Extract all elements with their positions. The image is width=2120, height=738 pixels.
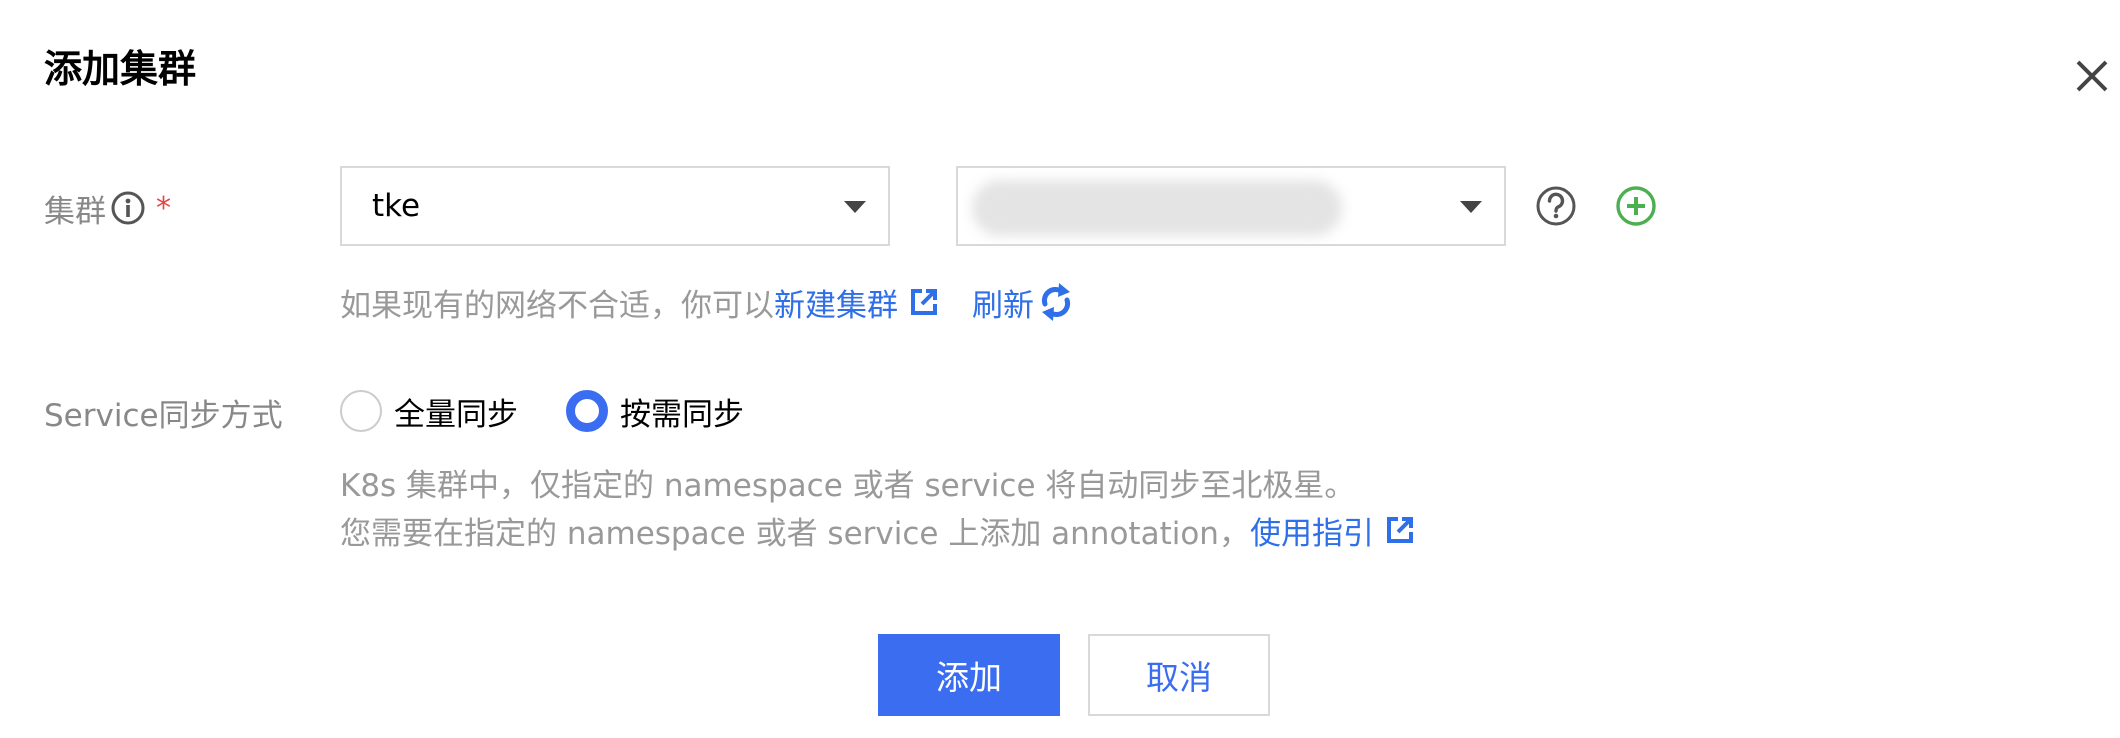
sync-hint-line1: K8s 集群中，仅指定的 namespace 或者 service 将自动同步至…	[340, 467, 1356, 504]
help-icon[interactable]	[1534, 184, 1578, 232]
chevron-down-icon	[1460, 201, 1482, 213]
radio-full-sync[interactable]: 全量同步	[340, 389, 518, 434]
add-button[interactable]: 添加	[878, 634, 1060, 716]
radio-button-checked[interactable]	[566, 390, 608, 432]
dialog-title: 添加集群	[44, 47, 197, 91]
close-icon[interactable]	[2068, 52, 2116, 100]
cluster-type-value: tke	[372, 188, 421, 224]
usage-guide-link[interactable]: 使用指引	[1250, 508, 1374, 553]
chevron-down-icon	[844, 201, 866, 213]
radio-label: 按需同步	[620, 396, 744, 433]
cluster-hint-text: 如果现有的网络不合适，你可以	[340, 287, 774, 324]
sync-hint-line2: 您需要在指定的 namespace 或者 service 上添加 annotat…	[340, 508, 1414, 552]
external-link-icon[interactable]	[910, 288, 938, 316]
required-mark: *	[156, 190, 171, 226]
create-cluster-link[interactable]: 新建集群	[774, 280, 898, 325]
radio-label: 全量同步	[394, 396, 518, 433]
cluster-label: 集群 *	[44, 186, 171, 230]
refresh-link[interactable]: 刷新	[972, 280, 1074, 325]
refresh-link-label: 刷新	[972, 287, 1034, 324]
sync-hint-line2-text: 您需要在指定的 namespace 或者 service 上添加 annotat…	[340, 515, 1250, 552]
info-icon[interactable]	[110, 190, 146, 226]
cluster-label-text: 集群	[44, 193, 106, 230]
refresh-icon	[1038, 282, 1074, 322]
cluster-id-select[interactable]	[956, 166, 1506, 246]
add-circle-icon[interactable]	[1614, 184, 1658, 232]
external-link-icon[interactable]	[1386, 516, 1414, 544]
sync-mode-label: Service同步方式	[44, 397, 283, 434]
cluster-hint: 如果现有的网络不合适，你可以 新建集群 刷新	[340, 280, 1074, 324]
radio-on-demand-sync[interactable]: 按需同步	[566, 389, 744, 434]
sync-mode-radio-group: 全量同步 按需同步	[340, 386, 744, 436]
cancel-button[interactable]: 取消	[1088, 634, 1270, 716]
radio-button[interactable]	[340, 390, 382, 432]
redacted-value	[972, 180, 1342, 236]
cluster-type-select[interactable]: tke	[340, 166, 890, 246]
